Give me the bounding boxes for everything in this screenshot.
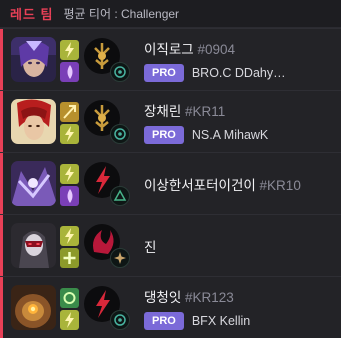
player-info: 댕청잇 #KR123 PRO BFX Kellin: [144, 277, 250, 338]
smite-spell-icon[interactable]: [60, 102, 79, 122]
champion-portrait-icon[interactable]: [11, 285, 56, 330]
champion-portrait-icon[interactable]: [11, 37, 56, 82]
summoner-spells: [60, 37, 80, 83]
barrier-spell-icon[interactable]: [60, 288, 79, 308]
secondary-tree-icon: [110, 124, 130, 144]
pro-player-name[interactable]: NS.A MihawK: [192, 128, 268, 142]
summoner-name-text[interactable]: 이직로그: [144, 42, 194, 57]
pro-line: PRO NS.A MihawK: [144, 125, 268, 144]
secondary-tree-icon: [110, 248, 130, 268]
summoner-tag[interactable]: #KR123: [185, 290, 234, 305]
summoner-name[interactable]: 댕청잇 #KR123: [144, 286, 250, 306]
champion-portrait-icon[interactable]: [11, 223, 56, 268]
player-info: 진: [144, 215, 156, 276]
player-row[interactable]: 이상한서포터이건이 #KR10: [0, 152, 341, 214]
secondary-tree-icon: [110, 310, 130, 330]
rune-set[interactable]: [84, 38, 130, 82]
player-list: 이직로그 #0904 PRO BRO.C DDahy… 장채린 #KR11 PR…: [0, 28, 341, 338]
player-row[interactable]: 이직로그 #0904 PRO BRO.C DDahy…: [0, 28, 341, 90]
rune-set[interactable]: [84, 286, 130, 330]
pro-badge: PRO: [144, 311, 184, 330]
ignite-spell-icon[interactable]: [60, 62, 79, 82]
player-info: 이상한서포터이건이 #KR10: [144, 153, 301, 214]
pro-player-name[interactable]: BFX Kellin: [192, 314, 250, 328]
summoner-spells: [60, 223, 80, 269]
rune-set[interactable]: [84, 224, 130, 268]
average-tier: 평균 티어 : Challenger: [63, 7, 180, 21]
rune-set[interactable]: [84, 162, 130, 206]
summoner-tag[interactable]: #0904: [197, 42, 235, 57]
pro-line: PRO BFX Kellin: [144, 311, 250, 330]
flash-spell-icon[interactable]: [60, 124, 79, 144]
flash-spell-icon[interactable]: [60, 310, 79, 330]
player-info: 장채린 #KR11 PRO NS.A MihawK: [144, 91, 268, 152]
champion-portrait-icon[interactable]: [11, 161, 56, 206]
rune-set[interactable]: [84, 100, 130, 144]
flash-spell-icon[interactable]: [60, 164, 79, 184]
champion-portrait-icon[interactable]: [11, 99, 56, 144]
summoner-name-text[interactable]: 댕청잇: [144, 290, 181, 305]
player-row[interactable]: 댕청잇 #KR123 PRO BFX Kellin: [0, 276, 341, 338]
ignite-spell-icon[interactable]: [60, 186, 79, 206]
summoner-name-text[interactable]: 장채린: [144, 104, 181, 119]
flash-spell-icon[interactable]: [60, 40, 79, 60]
pro-badge: PRO: [144, 63, 184, 82]
summoner-spells: [60, 99, 80, 145]
team-header: 레드 팀 평균 티어 : Challenger: [0, 0, 341, 28]
pro-badge: PRO: [144, 125, 184, 144]
flash-spell-icon[interactable]: [60, 226, 79, 246]
summoner-tag[interactable]: #KR10: [260, 178, 301, 193]
summoner-name[interactable]: 이상한서포터이건이 #KR10: [144, 174, 301, 194]
summoner-spells: [60, 285, 80, 331]
summoner-name[interactable]: 이직로그 #0904: [144, 38, 286, 58]
summoner-tag[interactable]: #KR11: [185, 104, 225, 119]
heal-spell-icon[interactable]: [60, 248, 79, 268]
player-row[interactable]: 진: [0, 214, 341, 276]
player-info: 이직로그 #0904 PRO BRO.C DDahy…: [144, 29, 286, 90]
team-label: 레드 팀: [10, 7, 54, 22]
pro-line: PRO BRO.C DDahy…: [144, 63, 286, 82]
secondary-tree-icon: [110, 186, 130, 206]
summoner-name-text[interactable]: 이상한서포터이건이: [144, 178, 256, 193]
summoner-name[interactable]: 장채린 #KR11: [144, 100, 268, 120]
secondary-tree-icon: [110, 62, 130, 82]
player-row[interactable]: 장채린 #KR11 PRO NS.A MihawK: [0, 90, 341, 152]
summoner-spells: [60, 161, 80, 207]
summoner-name-text[interactable]: 진: [144, 240, 156, 255]
pro-player-name[interactable]: BRO.C DDahy…: [192, 66, 286, 80]
summoner-name[interactable]: 진: [144, 236, 156, 256]
